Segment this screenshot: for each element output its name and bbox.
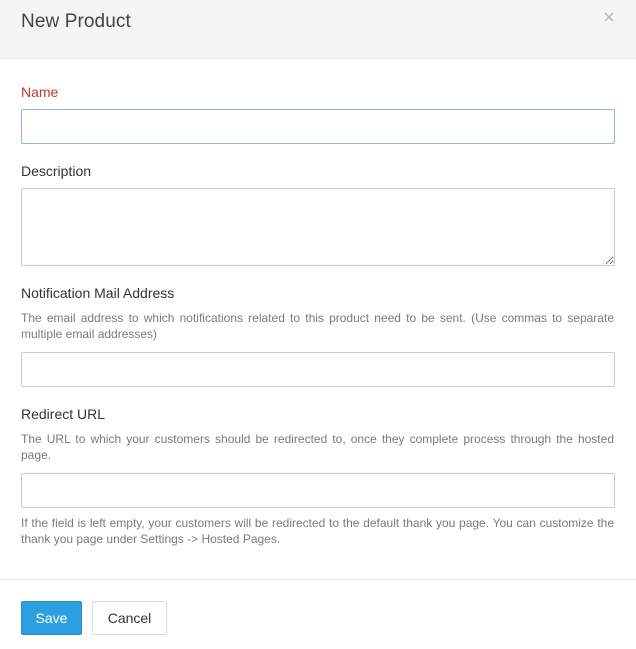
save-button[interactable]: Save bbox=[21, 601, 82, 635]
redirect-url-note: If the field is left empty, your custome… bbox=[21, 516, 614, 546]
new-product-modal: New Product Name Description Notificatio… bbox=[0, 0, 636, 649]
redirect-url-help: The URL to which your customers should b… bbox=[21, 432, 614, 462]
cancel-button[interactable]: Cancel bbox=[92, 601, 167, 635]
description-textarea[interactable] bbox=[21, 188, 615, 266]
description-label: Description bbox=[21, 163, 92, 179]
modal-header: New Product bbox=[0, 0, 636, 59]
name-label: Name bbox=[21, 84, 59, 100]
modal-title: New Product bbox=[21, 11, 131, 32]
notification-mail-help: The email address to which notifications… bbox=[21, 311, 614, 341]
notification-mail-input[interactable] bbox=[21, 352, 615, 387]
redirect-url-label: Redirect URL bbox=[21, 406, 106, 422]
close-icon bbox=[604, 12, 614, 22]
modal-body: Name Description Notification Mail Addre… bbox=[0, 59, 636, 579]
close-button[interactable] bbox=[601, 9, 617, 25]
notification-mail-label: Notification Mail Address bbox=[21, 285, 175, 301]
redirect-url-input[interactable] bbox=[21, 473, 615, 508]
name-input[interactable] bbox=[21, 109, 615, 144]
modal-footer: Save Cancel bbox=[0, 579, 636, 649]
